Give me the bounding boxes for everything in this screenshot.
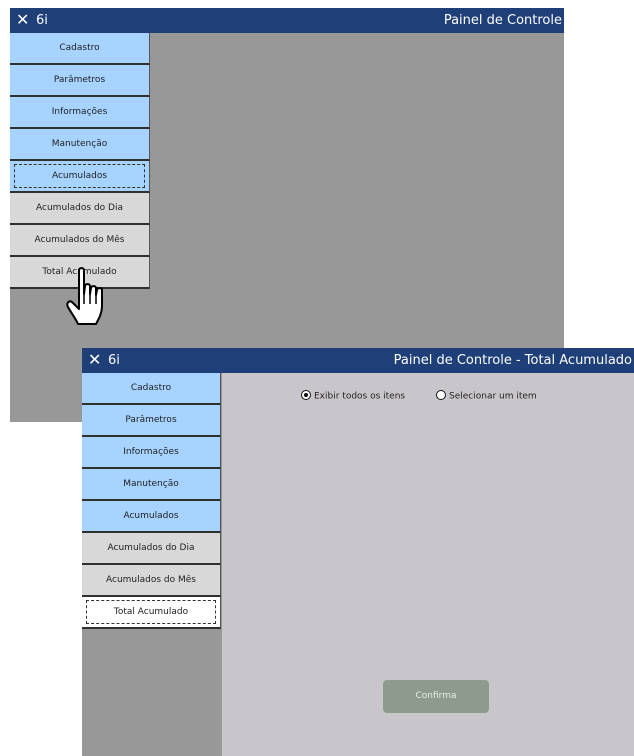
menu-item-label: Acumulados [51, 171, 108, 181]
radio-checked-icon [301, 390, 311, 400]
menu-item-label: Acumulados do Dia [107, 543, 195, 553]
confirm-button[interactable]: Confirma [383, 680, 489, 713]
menu-item-label: Informações [51, 107, 108, 117]
side-menu: Cadastro Parâmetros Informações Manutenç… [10, 33, 150, 289]
title-bar: ✕ 6i Painel de Controle [10, 8, 564, 33]
radio-select-one[interactable]: Selecionar um item [436, 390, 537, 402]
hand-pointer-icon [66, 267, 103, 325]
radio-unchecked-icon [436, 390, 446, 400]
menu-item-label: Cadastro [59, 43, 100, 53]
window-title: Painel de Controle - Total Acumulado [393, 353, 632, 368]
menu-item-manutencao[interactable]: Manutenção [10, 129, 150, 161]
menu-item-acumulados[interactable]: Acumulados [82, 501, 221, 533]
menu-item-informacoes[interactable]: Informações [82, 437, 221, 469]
close-icon[interactable]: ✕ [88, 350, 101, 370]
window-title: Painel de Controle [443, 13, 562, 28]
menu-item-label: Acumulados [123, 511, 179, 521]
menu-item-label: Cadastro [130, 383, 172, 393]
menu-item-label: Total Acumulado [113, 607, 189, 617]
app-name: 6i [36, 13, 48, 28]
menu-item-informacoes[interactable]: Informações [10, 97, 150, 129]
menu-item-parametros[interactable]: Parâmetros [82, 405, 221, 437]
menu-item-total-acumulado[interactable]: Total Acumulado [82, 597, 221, 629]
radio-show-all[interactable]: Exibir todos os itens [301, 390, 406, 402]
menu-item-label: Parâmetros [125, 415, 177, 425]
side-menu: Cadastro Parâmetros Informações Manutenç… [82, 373, 221, 629]
total-acumulado-window: ✕ 6i Painel de Controle - Total Acumulad… [82, 348, 634, 756]
menu-item-label: Acumulados do Mês [34, 235, 125, 245]
menu-item-label: Manutenção [123, 479, 179, 489]
radio-label: Exibir todos os itens [314, 391, 406, 402]
menu-item-label: Parâmetros [53, 75, 106, 85]
menu-item-acumulados-dia[interactable]: Acumulados do Dia [82, 533, 221, 565]
menu-item-label: Acumulados do Dia [36, 203, 123, 213]
close-icon[interactable]: ✕ [16, 10, 29, 30]
menu-item-acumulados-mes[interactable]: Acumulados do Mês [82, 565, 221, 597]
content-pane: Exibir todos os itens Selecionar um item… [222, 373, 634, 756]
menu-item-label: Acumulados do Mês [106, 575, 196, 585]
menu-item-cadastro[interactable]: Cadastro [10, 33, 150, 65]
menu-item-label: Informações [123, 447, 179, 457]
title-bar: ✕ 6i Painel de Controle - Total Acumulad… [82, 348, 634, 373]
radio-label: Selecionar um item [449, 391, 537, 402]
menu-item-label: Manutenção [51, 139, 108, 149]
app-name: 6i [108, 353, 120, 368]
menu-item-manutencao[interactable]: Manutenção [82, 469, 221, 501]
menu-item-acumulados-dia[interactable]: Acumulados do Dia [10, 193, 150, 225]
menu-item-acumulados[interactable]: Acumulados [10, 161, 150, 193]
menu-item-parametros[interactable]: Parâmetros [10, 65, 150, 97]
menu-item-acumulados-mes[interactable]: Acumulados do Mês [10, 225, 150, 257]
menu-item-cadastro[interactable]: Cadastro [82, 373, 221, 405]
